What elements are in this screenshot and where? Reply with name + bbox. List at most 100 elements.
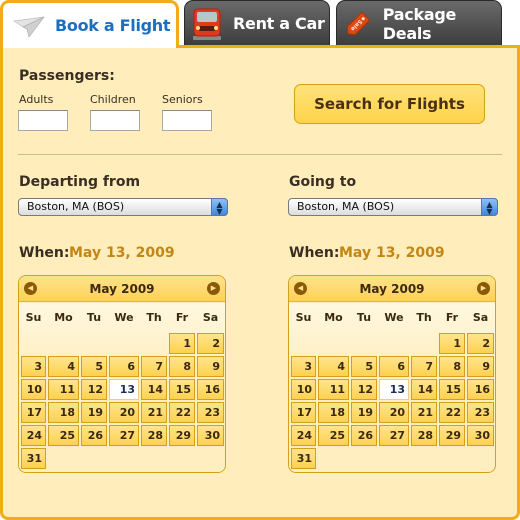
weekday-header: Fr xyxy=(445,311,459,324)
circle-left-arrow-icon[interactable]: ◀ xyxy=(24,282,37,295)
section-divider xyxy=(18,154,502,155)
tab-label: Book a Flight xyxy=(55,16,171,35)
calendar-day[interactable]: 23 xyxy=(467,402,494,423)
calendar-day[interactable]: 21 xyxy=(141,402,167,423)
calendar-day[interactable]: 22 xyxy=(169,402,195,423)
calendar-day[interactable]: 3 xyxy=(21,356,46,377)
calendar-day[interactable]: 30 xyxy=(197,425,224,446)
calendar-day[interactable]: 3 xyxy=(291,356,316,377)
calendar-day[interactable]: 7 xyxy=(411,356,437,377)
calendar-day[interactable]: 5 xyxy=(81,356,107,377)
calendar-day[interactable]: 12 xyxy=(81,379,107,400)
calendar-day[interactable]: 21 xyxy=(411,402,437,423)
calendar-day[interactable]: 2 xyxy=(467,333,494,354)
weekday-header: Th xyxy=(146,311,162,324)
seniors-input[interactable] xyxy=(162,110,212,131)
calendar-day[interactable]: 12 xyxy=(351,379,377,400)
circle-right-arrow-icon[interactable]: ▶ xyxy=(207,282,220,295)
calendar-day[interactable]: 31 xyxy=(291,448,316,469)
going-select-value: Boston, MA (BOS) xyxy=(297,200,395,213)
calendar-day[interactable]: 1 xyxy=(439,333,465,354)
calendar-day[interactable]: 26 xyxy=(81,425,107,446)
calendar-day[interactable]: 15 xyxy=(439,379,465,400)
sale-tag-icon: Sale xyxy=(346,10,371,35)
departing-when-date: May 13, 2009 xyxy=(69,245,175,261)
calendar-day[interactable]: 24 xyxy=(291,425,316,446)
calendar-day[interactable]: 29 xyxy=(439,425,465,446)
calendar-day[interactable]: 5 xyxy=(351,356,377,377)
calendar-day[interactable]: 18 xyxy=(48,402,79,423)
search-flights-button[interactable]: Search for Flights xyxy=(294,84,485,124)
weekday-header: Tu xyxy=(86,311,102,324)
calendar-day[interactable]: 10 xyxy=(291,379,316,400)
calendar-day[interactable]: 6 xyxy=(109,356,139,377)
calendar-day[interactable]: 29 xyxy=(169,425,195,446)
going-label: Going to xyxy=(289,174,357,190)
calendar-day[interactable]: 26 xyxy=(351,425,377,446)
tab-package-deals[interactable]: Sale Package Deals xyxy=(336,0,502,46)
calendar-day[interactable]: 28 xyxy=(411,425,437,446)
adults-label: Adults xyxy=(19,93,54,106)
weekday-header: Sa xyxy=(202,311,219,324)
calendar-day[interactable]: 25 xyxy=(318,425,349,446)
calendar-day[interactable]: 8 xyxy=(169,356,195,377)
calendar-day[interactable]: 25 xyxy=(48,425,79,446)
calendar-day[interactable]: 9 xyxy=(467,356,494,377)
calendar-month-label: May 2009 xyxy=(359,281,425,296)
calendar-day[interactable]: 27 xyxy=(109,425,139,446)
weekday-header: We xyxy=(114,311,134,324)
calendar-day[interactable]: 28 xyxy=(141,425,167,446)
calendar-day[interactable]: 14 xyxy=(411,379,437,400)
calendar-day[interactable]: 18 xyxy=(318,402,349,423)
calendar-day[interactable]: 6 xyxy=(379,356,409,377)
calendar-month-label: May 2009 xyxy=(89,281,155,296)
calendar-day[interactable]: 17 xyxy=(21,402,46,423)
calendar-day[interactable]: 20 xyxy=(379,402,409,423)
circle-left-arrow-icon[interactable]: ◀ xyxy=(294,282,307,295)
calendar-day-selected[interactable]: 13 xyxy=(379,379,409,400)
calendar-day[interactable]: 7 xyxy=(141,356,167,377)
weekday-header: Sa xyxy=(472,311,489,324)
weekday-header: Su xyxy=(295,311,312,324)
calendar-day[interactable]: 27 xyxy=(379,425,409,446)
children-input[interactable] xyxy=(90,110,140,131)
calendar-day[interactable]: 30 xyxy=(467,425,494,446)
adults-input[interactable] xyxy=(18,110,68,131)
calendar-day[interactable]: 16 xyxy=(197,379,224,400)
calendar-day[interactable]: 10 xyxy=(21,379,46,400)
calendar-day[interactable]: 22 xyxy=(439,402,465,423)
calendar-day[interactable]: 15 xyxy=(169,379,195,400)
calendar-day[interactable]: 11 xyxy=(318,379,349,400)
calendar-day[interactable]: 11 xyxy=(48,379,79,400)
weekday-header: Th xyxy=(416,311,432,324)
calendar-day[interactable]: 20 xyxy=(109,402,139,423)
tab-label: Rent a Car xyxy=(233,14,325,33)
departing-select-value: Boston, MA (BOS) xyxy=(27,200,125,213)
calendar-day[interactable]: 31 xyxy=(21,448,46,469)
weekday-header: Fr xyxy=(175,311,189,324)
paper-plane-icon xyxy=(13,16,45,38)
calendar-day[interactable]: 9 xyxy=(197,356,224,377)
departing-calendar: ◀ May 2009 ▶ Su Mo Tu We Th Fr Sa 1 2 3 4 5 6 7 8 9 10 11… xyxy=(18,275,226,473)
calendar-day[interactable]: 14 xyxy=(141,379,167,400)
booking-panel: Passengers: Adults Children Seniors Sear… xyxy=(0,45,520,520)
going-select[interactable]: Boston, MA (BOS) ▲ ▼ xyxy=(288,198,498,216)
calendar-day[interactable]: 8 xyxy=(439,356,465,377)
tab-book-a-flight[interactable]: Book a Flight xyxy=(0,0,179,48)
calendar-day-selected[interactable]: 13 xyxy=(109,379,139,400)
calendar-day[interactable]: 19 xyxy=(351,402,377,423)
tab-rent-a-car[interactable]: Rent a Car xyxy=(184,0,330,46)
calendar-day[interactable]: 4 xyxy=(318,356,349,377)
circle-right-arrow-icon[interactable]: ▶ xyxy=(477,282,490,295)
select-stepper-icon: ▲ ▼ xyxy=(481,198,498,216)
calendar-day[interactable]: 4 xyxy=(48,356,79,377)
calendar-day[interactable]: 2 xyxy=(197,333,224,354)
departing-select[interactable]: Boston, MA (BOS) ▲ ▼ xyxy=(18,198,228,216)
calendar-day[interactable]: 19 xyxy=(81,402,107,423)
calendar-day[interactable]: 1 xyxy=(169,333,195,354)
calendar-day[interactable]: 17 xyxy=(291,402,316,423)
departing-when-label: When: xyxy=(19,245,70,261)
calendar-day[interactable]: 24 xyxy=(21,425,46,446)
calendar-day[interactable]: 16 xyxy=(467,379,494,400)
calendar-day[interactable]: 23 xyxy=(197,402,224,423)
